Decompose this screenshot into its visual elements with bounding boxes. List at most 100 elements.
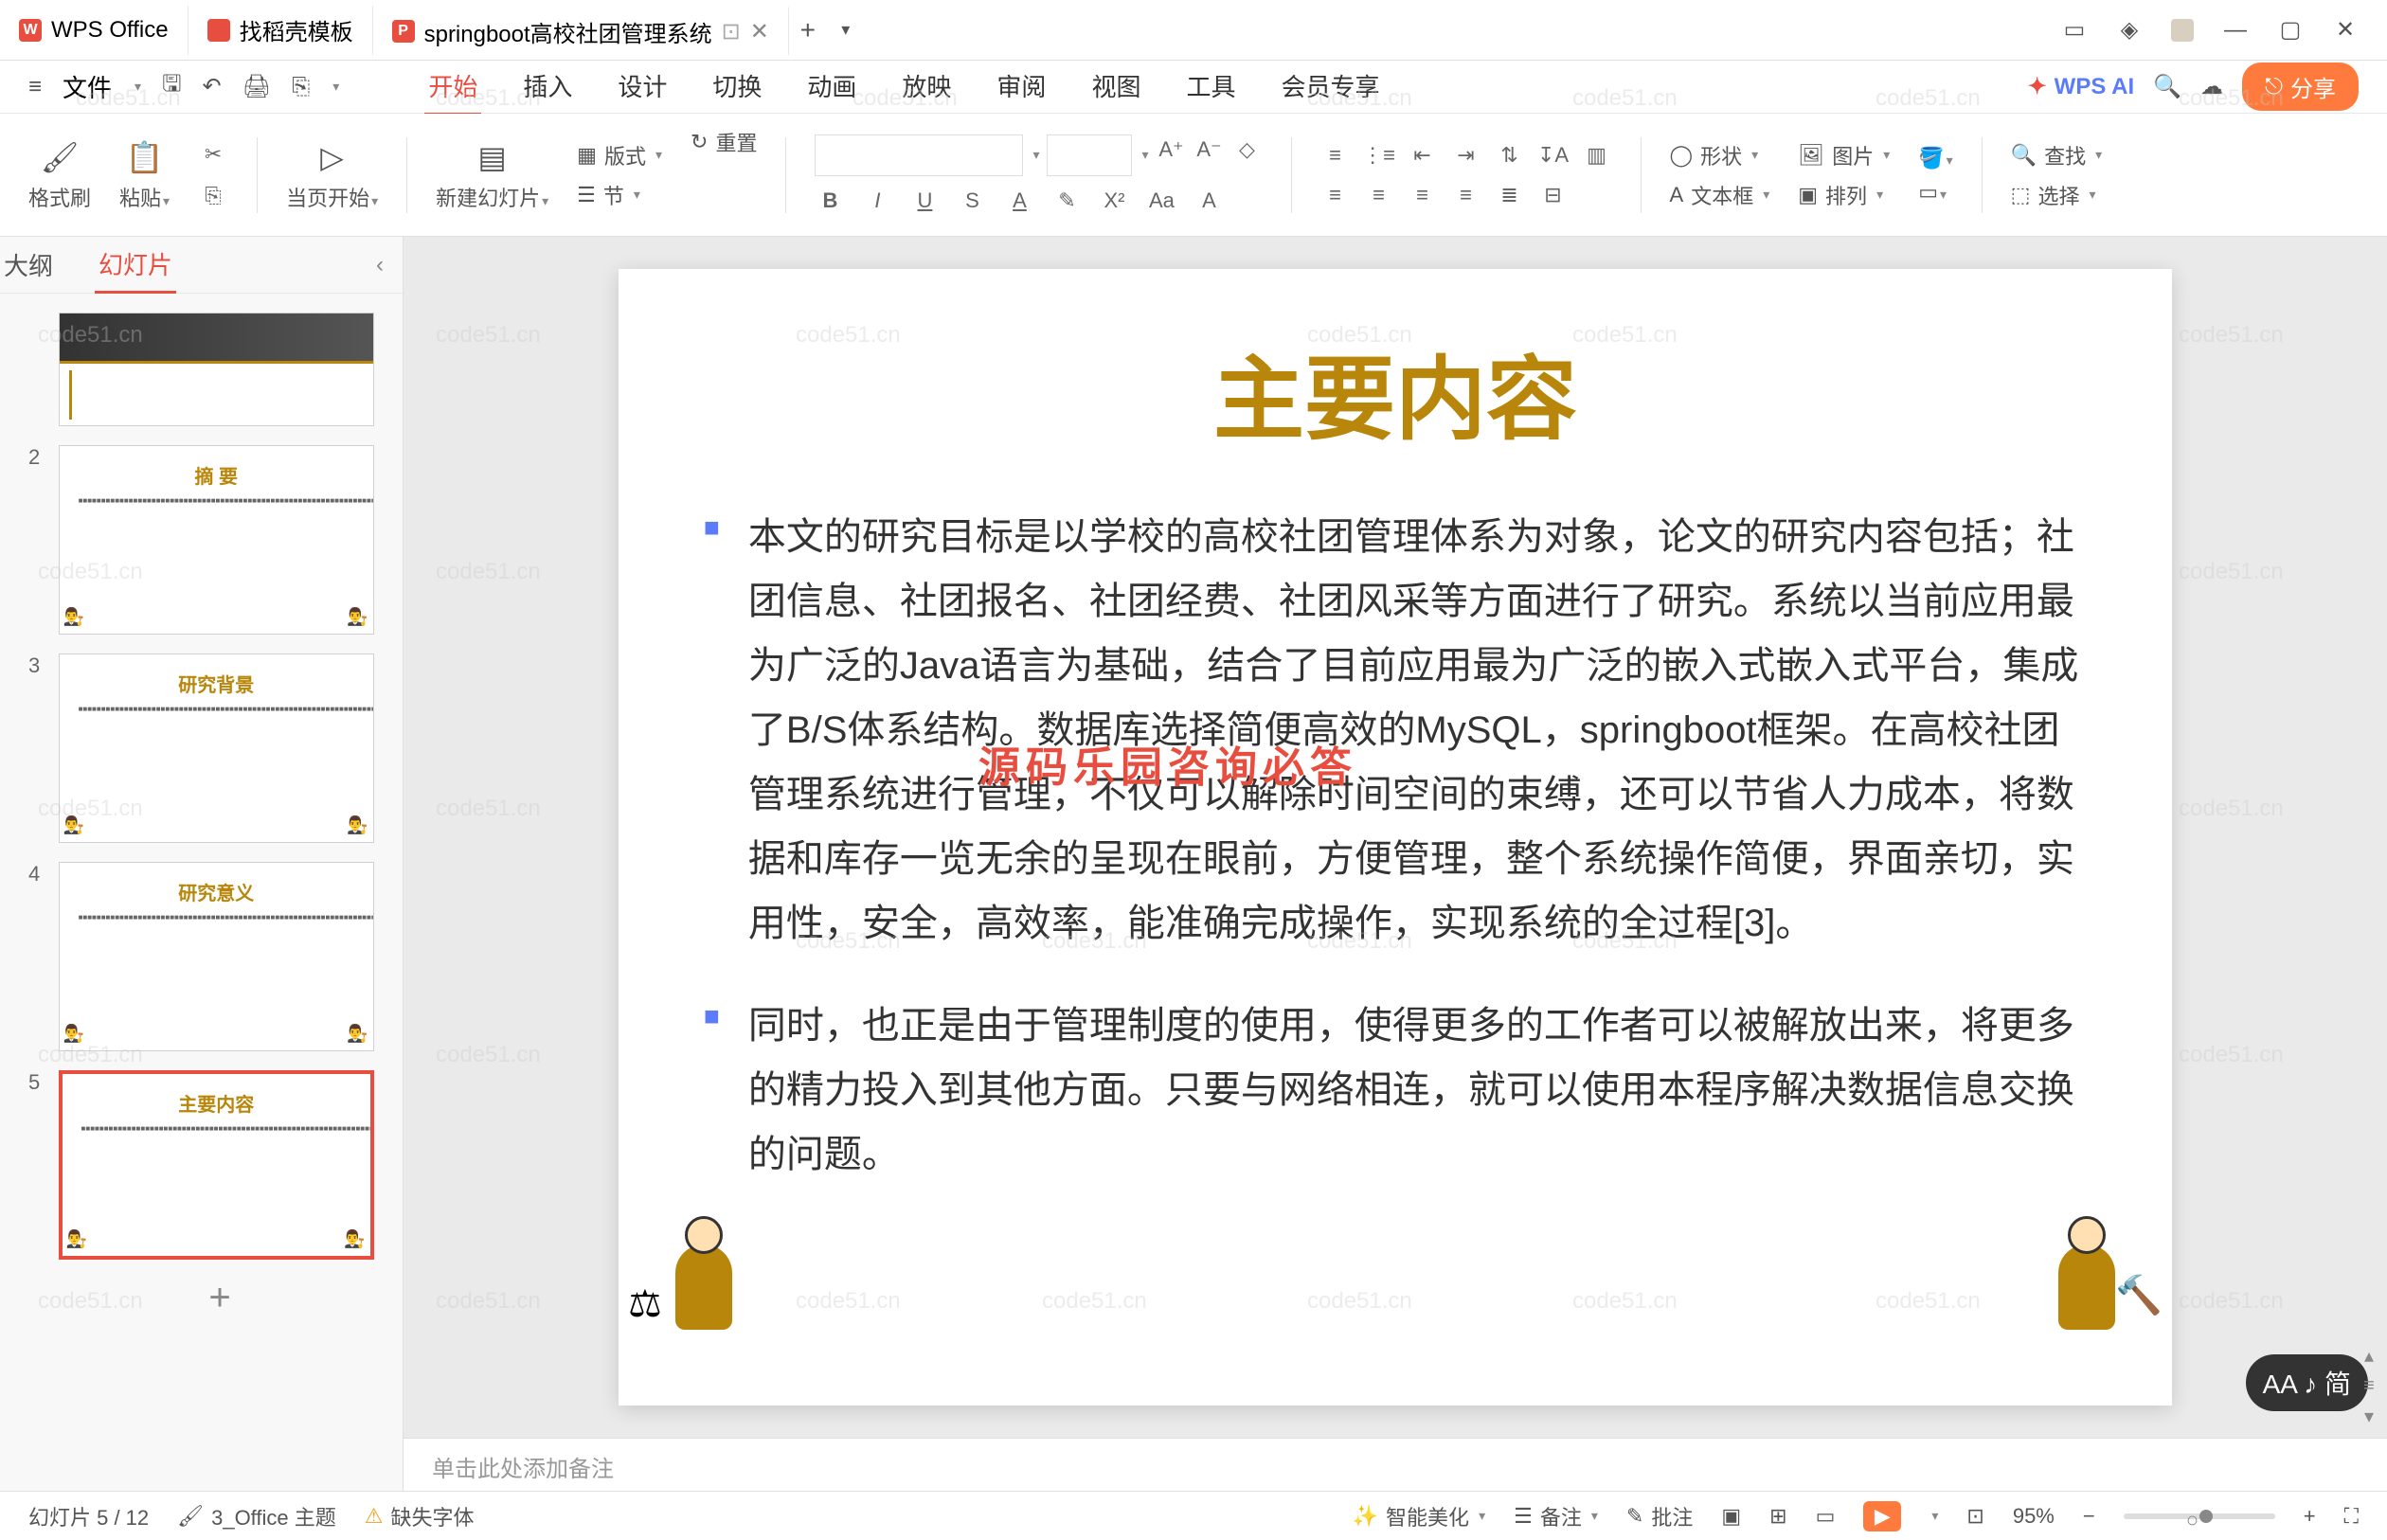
notes-input[interactable]: 单击此处添加备注	[404, 1438, 2387, 1491]
fill-button[interactable]: 🪣▾	[1918, 146, 1952, 170]
slide-nav-scroll[interactable]: ▴ ≡ ▾	[2355, 502, 2383, 1438]
slide-thumbnail-3[interactable]: 研究背景 ■■■■■■■■■■■■■■■■■■■■■■■■■■■■■■■■■■■…	[59, 654, 374, 843]
missing-font-warning[interactable]: ⚠缺失字体	[365, 1501, 475, 1531]
text-effects-button[interactable]: A	[1194, 186, 1224, 216]
menu-tab-start[interactable]: 开始	[424, 59, 481, 116]
slide-menu-button[interactable]: ≡	[2363, 1375, 2375, 1397]
indent-right-button[interactable]: ⇥	[1451, 140, 1481, 170]
slide[interactable]: 主要内容 ■ 本文的研究目标是以学校的高校社团管理体系为对象，论文的研究内容包括…	[619, 269, 2172, 1406]
next-slide-button[interactable]: ▾	[2364, 1405, 2374, 1428]
cloud-icon[interactable]: ☁	[2200, 73, 2223, 100]
columns-button[interactable]: ▥	[1582, 140, 1612, 170]
slide-thumbnail-2[interactable]: 摘 要 ■■■■■■■■■■■■■■■■■■■■■■■■■■■■■■■■■■■■…	[59, 445, 374, 635]
notes-toggle[interactable]: ☰备注▾	[1514, 1501, 1598, 1531]
case-button[interactable]: Aa	[1146, 186, 1176, 216]
arrange-button[interactable]: ▣排列▾	[1798, 180, 1890, 210]
fit-button[interactable]: ⛶	[2344, 1504, 2359, 1529]
numbering-button[interactable]: ⋮≡	[1364, 140, 1394, 170]
format-painter-button[interactable]: 🖌 格式刷	[28, 138, 91, 212]
app-icon[interactable]: ▭	[2061, 17, 2088, 44]
save-icon[interactable]: 🖫	[162, 67, 181, 106]
align-left-button[interactable]: ≡	[1320, 180, 1351, 210]
smart-beautify-button[interactable]: ✨智能美化▾	[1353, 1501, 1485, 1531]
text-mode-pill[interactable]: AA ♪ 简	[2246, 1354, 2368, 1411]
normal-view-button[interactable]: ▣	[1721, 1504, 1741, 1529]
add-slide-button[interactable]: +	[59, 1279, 381, 1316]
collapse-panel-button[interactable]: ‹	[376, 252, 403, 278]
align-center-button[interactable]: ≡	[1364, 180, 1394, 210]
menu-icon[interactable]: ≡	[28, 74, 42, 100]
slide-thumbnail-1[interactable]	[59, 313, 374, 426]
search-icon[interactable]: 🔍	[2153, 73, 2181, 100]
file-menu[interactable]: 文件	[63, 69, 112, 104]
close-icon[interactable]: ✕	[750, 22, 769, 41]
zoom-slider[interactable]: ○	[2124, 1513, 2275, 1519]
shape-button[interactable]: ◯形状▾	[1670, 140, 1770, 170]
section-button[interactable]: ☰节▾	[577, 180, 662, 210]
tab-wps-office[interactable]: W WPS Office	[0, 6, 188, 55]
slide-title[interactable]: 主要内容	[704, 326, 2087, 457]
close-button[interactable]: ✕	[2332, 17, 2359, 44]
vertical-align-button[interactable]: ⊟	[1538, 180, 1569, 210]
decrease-font-button[interactable]: A⁻	[1194, 134, 1225, 165]
bullet-text-2[interactable]: 同时，也正是由于管理制度的使用，使得更多的工作者可以被解放出来，将更多的精力投入…	[748, 994, 2087, 1187]
bullets-button[interactable]: ≡	[1320, 140, 1351, 170]
copy-button[interactable]: ⎘	[198, 181, 228, 211]
slide-thumbnail-4[interactable]: 研究意义 ■■■■■■■■■■■■■■■■■■■■■■■■■■■■■■■■■■■…	[59, 862, 374, 1051]
print-icon[interactable]: 🖨	[242, 73, 271, 100]
cube-icon[interactable]: ◈	[2116, 17, 2143, 44]
new-slide-button[interactable]: ▤ 新建幻灯片▾	[436, 138, 548, 212]
font-family-select[interactable]	[815, 134, 1023, 176]
underline-button[interactable]: U	[909, 186, 940, 216]
text-direction-button[interactable]: ↧A	[1538, 140, 1569, 170]
zoom-out-button[interactable]: −	[2083, 1504, 2095, 1529]
cut-button[interactable]: ✂	[198, 139, 228, 170]
maximize-button[interactable]: ▢	[2277, 17, 2304, 44]
outline-button[interactable]: ▭▾	[1918, 180, 1952, 205]
tab-doke[interactable]: 找稻壳模板	[188, 6, 373, 55]
clear-format-button[interactable]: ◇	[1232, 134, 1263, 165]
increase-font-button[interactable]: A⁺	[1157, 134, 1187, 165]
superscript-button[interactable]: X²	[1099, 186, 1129, 216]
distribute-button[interactable]: ≣	[1495, 180, 1525, 210]
strikethrough-button[interactable]: S	[957, 186, 987, 216]
minimize-button[interactable]: ―	[2222, 17, 2249, 44]
share-button[interactable]: ⎋ 分享	[2242, 63, 2359, 111]
indent-left-button[interactable]: ⇤	[1408, 140, 1438, 170]
menu-tab-design[interactable]: 设计	[614, 59, 671, 116]
slideshow-button[interactable]: ▶	[1863, 1501, 1901, 1531]
select-button[interactable]: ⬚选择▾	[2011, 180, 2102, 210]
outline-tab[interactable]: 大纲	[0, 238, 57, 292]
bullet-text-1[interactable]: 本文的研究目标是以学校的高校社团管理体系为对象，论文的研究内容包括；社团信息、社…	[748, 505, 2087, 956]
find-button[interactable]: 🔍查找▾	[2011, 140, 2102, 170]
menu-tab-review[interactable]: 审阅	[993, 59, 1050, 116]
sorter-view-button[interactable]: ⊞	[1769, 1504, 1786, 1529]
slides-tab[interactable]: 幻灯片	[95, 237, 176, 294]
align-right-button[interactable]: ≡	[1408, 180, 1438, 210]
zoom-in-button[interactable]: +	[2304, 1504, 2316, 1529]
avatar-icon[interactable]	[2171, 19, 2194, 42]
textbox-button[interactable]: A文本框▾	[1670, 180, 1770, 210]
menu-tab-tools[interactable]: 工具	[1182, 59, 1239, 116]
bold-button[interactable]: B	[815, 186, 845, 216]
tab-dropdown[interactable]: ▾	[827, 20, 865, 40]
font-color-button[interactable]: A	[1004, 186, 1034, 216]
preview-icon[interactable]: ⎘	[292, 74, 310, 100]
menu-tab-animation[interactable]: 动画	[803, 59, 860, 116]
from-current-slide-button[interactable]: ▷ 当页开始▾	[286, 138, 378, 212]
slide-thumbnail-5[interactable]: 主要内容 ■■■■■■■■■■■■■■■■■■■■■■■■■■■■■■■■■■■…	[59, 1070, 374, 1260]
zoom-value[interactable]: 95%	[2013, 1504, 2055, 1529]
prev-slide-button[interactable]: ▴	[2364, 1344, 2374, 1368]
menu-tab-slideshow[interactable]: 放映	[898, 59, 955, 116]
menu-tab-view[interactable]: 视图	[1087, 59, 1144, 116]
font-size-select[interactable]	[1047, 134, 1132, 176]
picture-button[interactable]: 🖼图片▾	[1798, 140, 1890, 170]
menu-tab-insert[interactable]: 插入	[519, 59, 576, 116]
grid-button[interactable]: ⊡	[1966, 1504, 1983, 1529]
paste-button[interactable]: 📋 粘贴▾	[119, 138, 170, 212]
comments-toggle[interactable]: ✎批注	[1626, 1501, 1693, 1531]
theme-indicator[interactable]: 🖌3_Office 主题	[177, 1501, 336, 1531]
zoom-thumb[interactable]	[2199, 1510, 2213, 1523]
tab-document[interactable]: P springboot高校社团管理系统 ⊡ ✕	[373, 6, 789, 55]
highlight-button[interactable]: ✎	[1051, 186, 1082, 216]
